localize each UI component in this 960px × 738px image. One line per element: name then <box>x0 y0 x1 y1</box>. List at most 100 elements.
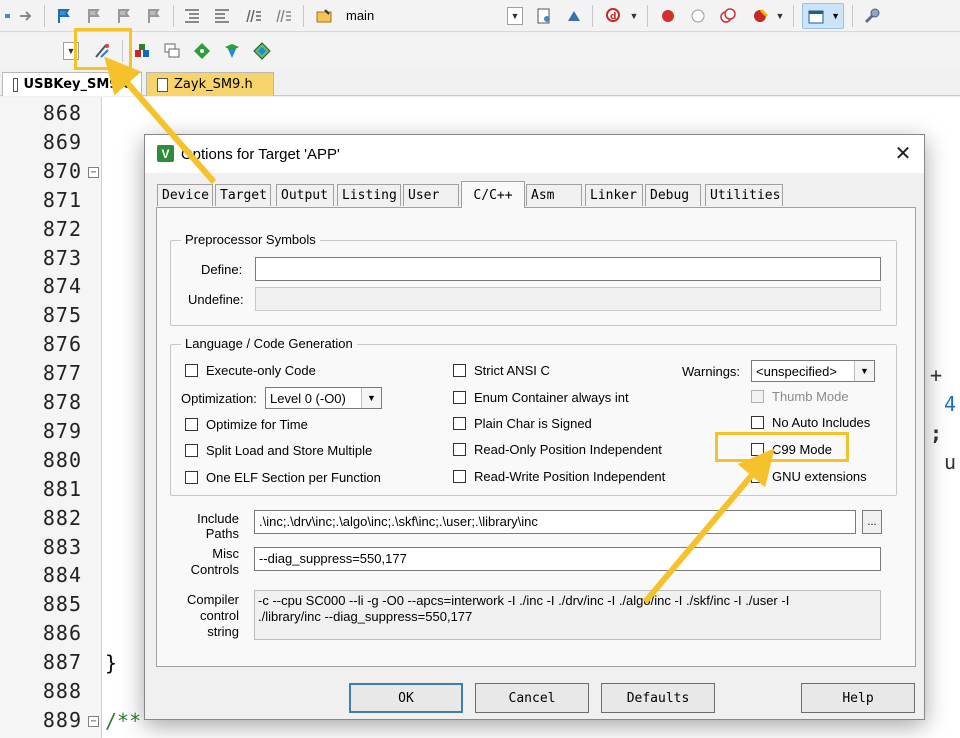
pack-installer-icon[interactable] <box>190 39 214 63</box>
uncomment-icon[interactable] <box>272 4 296 28</box>
fold-toggle-icon[interactable]: − <box>88 715 99 727</box>
select-software-packs-icon[interactable] <box>220 39 244 63</box>
disable-all-breakpoints-icon[interactable] <box>716 4 740 28</box>
tab-asm[interactable]: Asm <box>526 184 582 206</box>
checkbox-box <box>185 364 198 377</box>
debug-session-icon[interactable]: d <box>602 4 626 28</box>
tab-target[interactable]: Target <box>215 184 271 206</box>
source-browser-icon[interactable] <box>562 4 586 28</box>
main-toolbar: main ▼ d ▼ ▼ ▼ <box>0 0 960 32</box>
read-only-pi-checkbox[interactable]: Read-Only Position Independent <box>453 442 662 457</box>
compiler-control-string[interactable]: -c --cpu SC000 --li -g -O0 --apcs=interw… <box>254 590 881 640</box>
indent-icon[interactable] <box>180 4 204 28</box>
tab-listing[interactable]: Listing <box>337 184 401 206</box>
tab-linker[interactable]: Linker <box>585 184 643 206</box>
checkbox-label: Execute-only Code <box>206 363 316 378</box>
optimization-select[interactable]: Level 0 (-O0) ▼ <box>265 387 382 409</box>
layout-dropdown-icon: ▼ <box>831 11 840 21</box>
tab-debug[interactable]: Debug <box>645 184 701 206</box>
incremental-find-icon[interactable] <box>532 4 556 28</box>
configure-icon[interactable] <box>860 4 884 28</box>
line-number: 883 <box>42 534 82 559</box>
one-elf-section-checkbox[interactable]: One ELF Section per Function <box>185 470 381 485</box>
defaults-button[interactable]: Defaults <box>601 683 715 713</box>
tab-user[interactable]: User <box>403 184 459 206</box>
unindent-icon[interactable] <box>210 4 234 28</box>
include-paths-input[interactable]: .\inc;.\drv\inc;.\algo\inc;.\skf\inc;.\u… <box>254 510 856 534</box>
define-label: Define: <box>201 262 243 277</box>
build-toolbar: ▼ <box>0 33 960 69</box>
chevron-down-icon: ▼ <box>361 388 381 408</box>
tab-device[interactable]: Device <box>157 184 213 206</box>
tab-utilities[interactable]: Utilities <box>705 184 783 206</box>
clear-bookmarks-icon[interactable] <box>142 4 166 28</box>
debug-dropdown-icon[interactable]: ▼ <box>626 7 642 25</box>
chevron-down-icon: ▼ <box>854 361 874 381</box>
no-auto-includes-checkbox[interactable]: No Auto Includes <box>751 415 870 430</box>
checkbox-label: Read-Only Position Independent <box>474 442 662 457</box>
checkbox-box <box>751 416 764 429</box>
line-number: 870 <box>42 158 82 183</box>
line-number: 874 <box>42 274 82 299</box>
include-paths-label-1: Include <box>197 511 239 526</box>
find-in-files-icon[interactable] <box>312 4 336 28</box>
manage-run-time-environment-icon[interactable] <box>250 39 274 63</box>
file-tab-zayk-sm9-h[interactable]: Zayk_SM9.h <box>146 72 274 96</box>
checkbox-label: No Auto Includes <box>772 415 871 430</box>
manage-project-items-icon[interactable] <box>130 39 154 63</box>
navigate-forward-icon[interactable] <box>14 4 38 28</box>
read-write-pi-checkbox[interactable]: Read-Write Position Independent <box>453 469 665 484</box>
breakpoint-dropdown-icon[interactable]: ▼ <box>772 7 788 25</box>
checkbox-box <box>185 444 198 457</box>
tab-c-cpp[interactable]: C/C++ <box>461 181 525 208</box>
prev-bookmark-icon[interactable] <box>82 4 106 28</box>
thumb-mode-checkbox[interactable]: Thumb Mode <box>751 389 849 404</box>
insert-breakpoint-icon[interactable] <box>656 4 680 28</box>
help-button[interactable]: Help <box>801 683 915 713</box>
misc-controls-input[interactable]: --diag_suppress=550,177 <box>254 547 881 571</box>
checkbox-box <box>751 470 764 483</box>
fold-toggle-icon[interactable]: − <box>88 166 99 178</box>
compiler-control-line-1: -c --cpu SC000 --li -g -O0 --apcs=interw… <box>258 593 790 608</box>
checkbox-box <box>185 418 198 431</box>
line-number: 869 <box>42 129 82 154</box>
bookmark-icon[interactable] <box>52 4 76 28</box>
define-input[interactable] <box>255 257 881 281</box>
optimization-label: Optimization: <box>181 391 257 406</box>
strict-ansi-c-checkbox[interactable]: Strict ANSI C <box>453 363 550 378</box>
tab-output[interactable]: Output <box>276 184 334 206</box>
disable-breakpoint-icon[interactable] <box>686 4 710 28</box>
file-tab-label: Zayk_SM9.h <box>174 77 253 92</box>
window-layout-button[interactable]: ▼ <box>802 3 844 29</box>
execute-only-checkbox[interactable]: Execute-only Code <box>185 363 316 378</box>
optimize-for-time-checkbox[interactable]: Optimize for Time <box>185 417 308 432</box>
gnu-extensions-checkbox[interactable]: GNU extensions <box>751 469 867 484</box>
checkbox-label: One ELF Section per Function <box>206 470 381 485</box>
plain-char-signed-checkbox[interactable]: Plain Char is Signed <box>453 416 592 431</box>
enum-container-checkbox[interactable]: Enum Container always int <box>453 390 629 405</box>
comment-start: /** <box>105 709 142 733</box>
undefine-input[interactable] <box>255 287 881 311</box>
line-number: 875 <box>42 303 82 328</box>
cancel-button[interactable]: Cancel <box>475 683 589 713</box>
ok-button[interactable]: OK <box>349 683 463 713</box>
compiler-control-label-2: control <box>199 608 239 623</box>
close-icon[interactable]: ✕ <box>892 143 914 165</box>
checkbox-box <box>185 471 198 484</box>
line-number: 873 <box>42 245 82 270</box>
checkbox-label: Thumb Mode <box>772 389 849 404</box>
copy-project-icon[interactable] <box>160 39 184 63</box>
target-dropdown[interactable]: ▼ <box>507 7 523 25</box>
warnings-select[interactable]: <unspecified> ▼ <box>751 360 875 382</box>
browse-include-paths-button[interactable]: ... <box>862 510 882 534</box>
checkbox-box <box>453 391 466 404</box>
comment-icon[interactable] <box>242 4 266 28</box>
line-number: 888 <box>42 679 82 703</box>
line-number: 885 <box>42 592 82 617</box>
checkbox-box <box>453 470 466 483</box>
kill-breakpoints-icon[interactable] <box>748 4 772 28</box>
next-bookmark-icon[interactable] <box>112 4 136 28</box>
file-tab-label: USBKey_SM9.c <box>23 77 131 92</box>
file-tab-usbkey-sm9-c[interactable]: USBKey_SM9.c <box>2 72 142 96</box>
split-load-store-checkbox[interactable]: Split Load and Store Multiple <box>185 443 372 458</box>
